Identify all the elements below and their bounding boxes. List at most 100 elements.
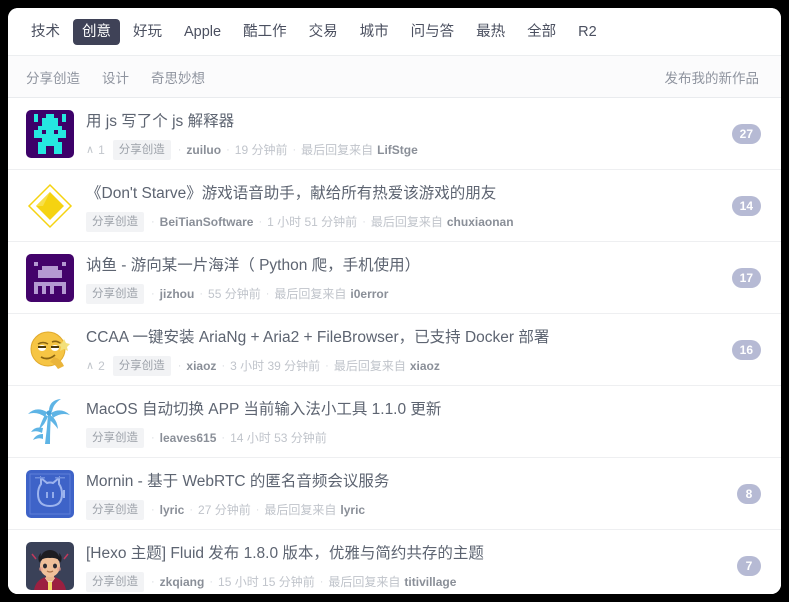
last-reply-user[interactable]: i0error	[350, 286, 388, 302]
post-author[interactable]: zuiluo	[186, 142, 221, 158]
chevron-up-icon[interactable]: ∧	[86, 144, 94, 156]
category-tab-1[interactable]: 创意	[73, 18, 120, 45]
node-tag[interactable]: 分享创造	[112, 356, 171, 376]
post-author[interactable]: jizhou	[160, 286, 195, 302]
post-author[interactable]: leaves615	[160, 430, 217, 446]
node-tag[interactable]: 分享创造	[86, 500, 144, 520]
reply-count-badge[interactable]: 17	[731, 267, 761, 288]
reply-count-badge[interactable]: 16	[731, 339, 761, 360]
category-tab-3[interactable]: Apple	[175, 19, 230, 45]
meta-separator: ·	[151, 432, 155, 444]
last-reply-user[interactable]: chuxiaonan	[447, 214, 514, 230]
post-title[interactable]: MacOS 自动切换 APP 当前输入法小工具 1.1.0 更新	[86, 399, 693, 421]
category-nav: 技术 创意 好玩 Apple 酷工作 交易 城市 问与答 最热 全部 R2	[8, 8, 781, 56]
post-row[interactable]: 《Don't Starve》游戏语音助手，献给所有热爱该游戏的朋友 分享创造 · Be…	[8, 170, 781, 242]
upvote-count: 1	[98, 143, 105, 157]
last-reply-user[interactable]: lyric	[340, 502, 365, 518]
node-tag[interactable]: 分享创造	[86, 428, 144, 448]
post-time: 27 分钟前	[198, 503, 251, 517]
meta-separator: ·	[255, 504, 260, 516]
post-title[interactable]: Mornin - 基于 WebRTC 的匿名音频会议服务	[86, 471, 693, 493]
meta-separator: ·	[221, 360, 226, 372]
post-time: 55 分钟前	[208, 287, 261, 301]
node-tag[interactable]: 分享创造	[112, 140, 171, 160]
meta-separator: ·	[151, 504, 155, 516]
publish-new-work-link[interactable]: 发布我的新作品	[665, 67, 764, 87]
last-reply-label: 最后回复来自	[264, 503, 337, 517]
meta-separator: ·	[362, 216, 366, 228]
meta-separator: ·	[292, 144, 297, 156]
last-reply-label: 最后回复来自	[370, 215, 443, 229]
post-time: 19 分钟前	[234, 143, 288, 157]
post-meta: 分享创造 · leaves615 · 14 小时 53 分钟前	[86, 428, 693, 448]
post-content: 《Don't Starve》游戏语音助手，献给所有热爱该游戏的朋友 分享创造 · Be…	[86, 182, 763, 232]
post-title[interactable]: 《Don't Starve》游戏语音助手，献给所有热爱该游戏的朋友	[86, 183, 693, 205]
upvote-count: 2	[98, 359, 105, 373]
blue-cat-avatar[interactable]	[26, 470, 74, 518]
post-row[interactable]: MacOS 自动切换 APP 当前输入法小工具 1.1.0 更新 分享创造 · lea…	[8, 386, 781, 458]
post-content: [Hexo 主题] Fluid 发布 1.8.0 版本，优雅与简约共存的主题 分享…	[86, 542, 763, 592]
chevron-up-icon[interactable]: ∧	[86, 360, 94, 372]
post-title[interactable]: 讷鱼 - 游向某一片海洋（ Python 爬，手机使用）	[86, 255, 693, 277]
upvote-control[interactable]: ∧ 1	[86, 142, 105, 158]
category-tab-0[interactable]: 技术	[22, 19, 69, 45]
sub-nav-item-2[interactable]: 奇思妙想	[151, 67, 205, 87]
post-title[interactable]: CCAA 一键安装 AriaNg + Aria2 + FileBrowser，已…	[86, 327, 693, 349]
post-author[interactable]: BeiTianSoftware	[160, 214, 254, 230]
post-author[interactable]: lyric	[160, 502, 185, 518]
last-reply-user[interactable]: titivillage	[404, 574, 456, 590]
meta-separator: ·	[151, 288, 155, 300]
cartoon-boy-avatar[interactable]	[26, 542, 74, 590]
post-time: 1 小时 51 分钟前	[267, 215, 358, 229]
gold-diamond-avatar[interactable]	[26, 182, 74, 230]
category-tab-4[interactable]: 酷工作	[234, 19, 296, 45]
reply-count-badge[interactable]: 8	[737, 483, 761, 504]
post-title[interactable]: [Hexo 主题] Fluid 发布 1.8.0 版本，优雅与简约共存的主题	[86, 543, 693, 565]
category-tab-6[interactable]: 城市	[351, 19, 398, 45]
post-content: 讷鱼 - 游向某一片海洋（ Python 爬，手机使用） 分享创造 · jizhou ·…	[86, 254, 763, 304]
category-tab-5[interactable]: 交易	[300, 19, 347, 45]
reply-count-badge[interactable]: 7	[737, 556, 761, 576]
node-tag[interactable]: 分享创造	[86, 212, 144, 232]
post-row[interactable]: 用 js 写了个 js 解释器 ∧ 1 分享创造 · zuiluo · 19 分钟前 · 最后回复…	[8, 98, 781, 170]
node-tag[interactable]: 分享创造	[86, 572, 144, 592]
meta-separator: ·	[199, 288, 204, 300]
sub-nav-item-1[interactable]: 设计	[102, 67, 129, 87]
node-tag[interactable]: 分享创造	[86, 284, 144, 304]
last-reply-user[interactable]: LifStge	[377, 142, 418, 158]
category-tab-10[interactable]: R2	[569, 19, 606, 45]
post-row[interactable]: CCAA 一键安装 AriaNg + Aria2 + FileBrowser，已…	[8, 314, 781, 386]
meta-separator: ·	[177, 360, 182, 372]
meta-separator: ·	[258, 216, 263, 228]
reply-count-badge[interactable]: 27	[731, 123, 761, 144]
last-reply-label: 最后回复来自	[301, 143, 374, 157]
sub-nav: 分享创造 设计 奇思妙想 发布我的新作品	[8, 56, 781, 98]
upvote-control[interactable]: ∧ 2	[86, 358, 105, 374]
post-row[interactable]: 讷鱼 - 游向某一片海洋（ Python 爬，手机使用） 分享创造 · jizhou ·…	[8, 242, 781, 314]
last-reply-label: 最后回复来自	[274, 287, 347, 301]
category-tab-8[interactable]: 最热	[467, 19, 514, 45]
post-author[interactable]: zkqiang	[160, 574, 205, 590]
post-title[interactable]: 用 js 写了个 js 解释器	[86, 111, 693, 133]
reply-count-badge[interactable]: 14	[731, 195, 761, 216]
meta-separator: ·	[209, 576, 214, 588]
palm-tree-avatar[interactable]	[26, 398, 74, 446]
pixel-invader-cyan-avatar[interactable]	[26, 110, 74, 158]
last-reply-label: 最后回复来自	[328, 575, 401, 589]
meta-separator: ·	[319, 576, 324, 588]
sub-nav-items: 分享创造 设计 奇思妙想	[26, 67, 227, 87]
post-row[interactable]: Mornin - 基于 WebRTC 的匿名音频会议服务 分享创造 · lyric · 2…	[8, 458, 781, 530]
category-tab-9[interactable]: 全部	[518, 19, 565, 45]
sub-nav-item-0[interactable]: 分享创造	[26, 67, 80, 87]
category-tab-2[interactable]: 好玩	[124, 19, 171, 45]
meta-separator: ·	[189, 504, 194, 516]
last-reply-user[interactable]: xiaoz	[410, 358, 440, 374]
category-tab-7[interactable]: 问与答	[402, 19, 464, 45]
post-row[interactable]: [Hexo 主题] Fluid 发布 1.8.0 版本，优雅与简约共存的主题 分享…	[8, 530, 781, 594]
post-author[interactable]: xiaoz	[186, 358, 216, 374]
last-reply-label: 最后回复来自	[333, 359, 406, 373]
forum-page: 技术 创意 好玩 Apple 酷工作 交易 城市 问与答 最热 全部 R2 分享创造 设计 奇思妙想 发…	[8, 8, 781, 594]
pixel-invader-purple-avatar[interactable]	[26, 254, 74, 302]
smirk-emoji-avatar[interactable]	[26, 326, 74, 374]
post-meta: ∧ 2 分享创造 · xiaoz · 3 小时 39 分钟前 · 最后回复来自 xiaoz	[86, 356, 693, 376]
